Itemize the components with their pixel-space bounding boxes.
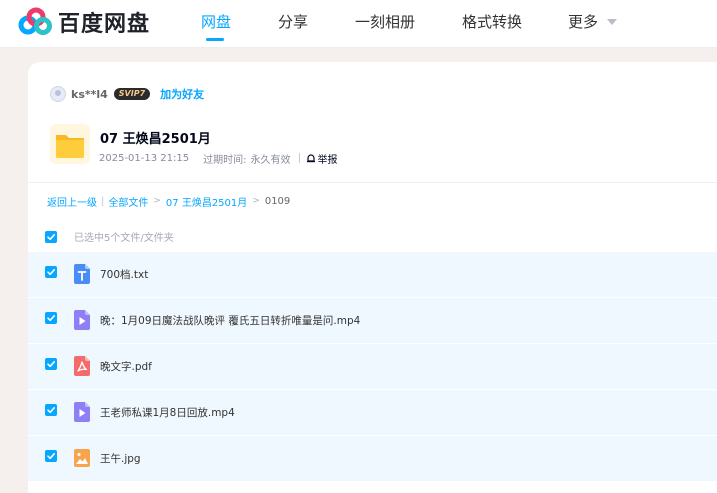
folder-icon: [50, 124, 90, 164]
expiry-label: 过期时间:: [203, 154, 247, 166]
baidu-netdisk-logo[interactable]: 百度网盘: [18, 6, 150, 38]
file-checkbox[interactable]: [45, 450, 57, 462]
chevron-down-icon[interactable]: [607, 19, 617, 25]
add-friend-link[interactable]: 加为好友: [160, 86, 204, 102]
file-row[interactable]: 王午.jpg: [28, 436, 717, 481]
chevron-right-icon: >: [252, 196, 260, 206]
file-row[interactable]: 晚文字.pdf: [28, 344, 717, 389]
file-name[interactable]: 晚文字.pdf: [100, 359, 152, 374]
file-checkbox[interactable]: [45, 266, 57, 278]
nav-tab-more[interactable]: 更多: [568, 11, 598, 32]
check-icon: [47, 361, 55, 368]
sharer-info: ks**l4 SVIP7 加为好友: [50, 86, 204, 102]
check-icon: [47, 407, 55, 414]
select-all-row: 已选中5个文件/文件夹: [28, 222, 717, 250]
sharer-username: ks**l4: [71, 87, 108, 101]
select-all-checkbox[interactable]: [45, 231, 57, 243]
text-file-icon: [74, 264, 90, 284]
video-file-icon: [74, 402, 90, 422]
brand-name: 百度网盘: [58, 12, 151, 37]
avatar[interactable]: [50, 86, 66, 102]
nav-tab-share[interactable]: 分享: [278, 11, 308, 32]
breadcrumb-back-link[interactable]: 返回上一级: [47, 194, 97, 209]
check-icon: [47, 234, 55, 241]
report-button[interactable]: 举报: [306, 151, 338, 166]
check-icon: [47, 269, 55, 276]
folder-title: 07 王焕昌2501月: [100, 132, 211, 147]
breadcrumb-parent-link[interactable]: 07 王焕昌2501月: [166, 194, 247, 209]
chevron-right-icon: >: [153, 196, 161, 206]
breadcrumb-current: 0109: [264, 195, 291, 207]
report-label: 举报: [317, 154, 338, 166]
nav-tab-convert[interactable]: 格式转换: [462, 11, 522, 32]
active-tab-indicator: [206, 38, 224, 41]
check-icon: [47, 315, 55, 322]
cloud-logo-icon: [18, 7, 52, 35]
file-row[interactable]: 王老师私课1月8日回放.mp4: [28, 390, 717, 435]
check-icon: [47, 453, 55, 460]
video-file-icon: [74, 310, 90, 330]
share-created-time: 2025-01-13 21:15: [99, 152, 190, 164]
header-divider: [28, 182, 717, 183]
file-name[interactable]: 王午.jpg: [100, 451, 141, 466]
file-name[interactable]: 晚：1月09日魔法战队晚评 覆氏五日转折唯量是问.mp4: [100, 313, 360, 328]
meta-divider: [298, 153, 300, 163]
pdf-file-icon: [74, 356, 90, 376]
share-meta: 2025-01-13 21:15 过期时间: 永久有效 举报: [99, 151, 338, 166]
file-row[interactable]: 晚：1月09日魔法战队晚评 覆氏五日转折唯量是问.mp4: [28, 298, 717, 343]
nav-tab-netdisk[interactable]: 网盘: [201, 11, 231, 32]
file-name[interactable]: 700档.txt: [100, 267, 148, 282]
file-name[interactable]: 王老师私课1月8日回放.mp4: [100, 405, 235, 420]
alarm-icon: [306, 154, 315, 163]
nav-tab-album[interactable]: 一刻相册: [355, 11, 415, 32]
file-checkbox[interactable]: [45, 358, 57, 370]
breadcrumb-all-files-link[interactable]: 全部文件: [108, 194, 148, 209]
selection-count-label: 已选中5个文件/文件夹: [74, 233, 174, 244]
svip-badge: SVIP7: [113, 88, 151, 100]
image-file-icon: [74, 449, 90, 467]
share-card: ks**l4 SVIP7 加为好友 07 王焕昌2501月 2025-01-13…: [28, 62, 717, 493]
expiry-value: 永久有效: [250, 154, 291, 166]
breadcrumb: 返回上一级 | 全部文件 > 07 王焕昌2501月 > 0109: [47, 194, 291, 209]
top-bar: 百度网盘 网盘 分享 一刻相册 格式转换 更多: [0, 0, 717, 48]
file-checkbox[interactable]: [45, 312, 57, 324]
file-row[interactable]: 700档.txt: [28, 252, 717, 297]
breadcrumb-pipe: |: [101, 195, 105, 207]
file-checkbox[interactable]: [45, 404, 57, 416]
